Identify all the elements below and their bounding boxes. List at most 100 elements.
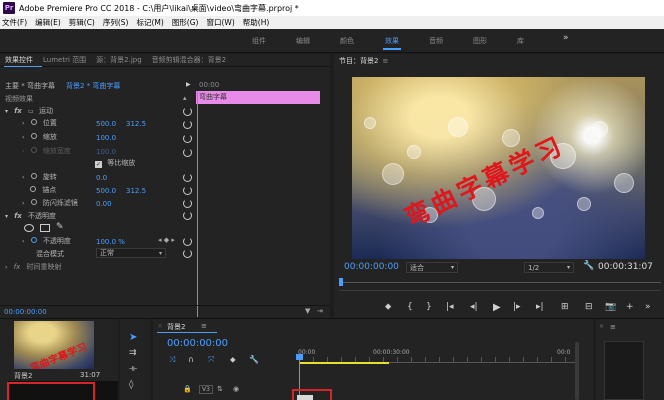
source-clip-label[interactable]: 主要 * 弯曲字幕 xyxy=(5,81,55,92)
program-playhead[interactable] xyxy=(339,278,343,286)
rotation-value[interactable]: 0.0 xyxy=(96,174,107,185)
keyframe-nav-icon[interactable]: ◂ ◆ ▸ xyxy=(158,236,175,244)
reset-icon[interactable] xyxy=(183,199,192,208)
reset-icon[interactable] xyxy=(183,186,192,195)
menu-clip[interactable]: 剪辑(C) xyxy=(69,17,95,28)
tab-lumetri-scopes[interactable]: Lumetri 范围 xyxy=(43,55,86,65)
stopwatch-icon[interactable] xyxy=(30,186,36,192)
play-icon[interactable]: ▶ xyxy=(493,302,501,313)
workspace-graphics[interactable]: 图形 xyxy=(473,36,487,46)
workspace-color[interactable]: 颜色 xyxy=(340,36,354,46)
add-marker-icon[interactable]: ⬥ xyxy=(230,355,236,365)
expand-chevron-icon[interactable]: ▾ xyxy=(5,213,8,220)
expand-chevron-icon[interactable]: › xyxy=(22,120,24,127)
expand-chevron-icon[interactable]: › xyxy=(5,264,7,271)
time-remap-row[interactable]: › fx 时间重映射 xyxy=(5,262,61,273)
expand-chevron-icon[interactable]: › xyxy=(22,238,24,245)
wrench-icon[interactable]: 🔧 xyxy=(249,355,259,364)
export-frame-icon[interactable]: 📷 xyxy=(605,302,616,312)
reset-icon[interactable] xyxy=(183,249,192,258)
menu-marker[interactable]: 标记(M) xyxy=(136,17,163,28)
blend-mode-select[interactable]: 正常 ▾ xyxy=(96,248,166,258)
extract-icon[interactable]: ⊟ xyxy=(585,302,593,312)
lift-icon[interactable]: ⊞ xyxy=(561,302,569,312)
linked-selection-icon[interactable]: ⤧ xyxy=(208,355,214,365)
opacity-row[interactable]: ▾ fx 不透明度 xyxy=(5,211,56,222)
track-select-tool-icon[interactable]: ⇉ xyxy=(129,348,137,358)
program-menu-icon[interactable]: ≡ xyxy=(382,57,388,65)
rectangle-mask-icon[interactable] xyxy=(40,224,50,232)
flicker-value[interactable]: 0.00 xyxy=(96,200,112,211)
snap-icon[interactable]: ∩ xyxy=(188,355,194,364)
export-icon[interactable]: ⇥ xyxy=(317,307,323,315)
reset-icon[interactable] xyxy=(183,237,192,246)
scale-value[interactable]: 100.0 xyxy=(96,134,116,145)
filter-icon[interactable]: ▼ xyxy=(305,307,310,315)
expand-chevron-icon[interactable]: › xyxy=(22,174,24,181)
project-thumbnail[interactable]: 弯曲字幕学习 xyxy=(14,321,94,369)
track-sync-icon[interactable]: ⇅ xyxy=(217,385,223,393)
tab-program[interactable]: 节目：背景2 xyxy=(339,56,378,66)
timeline-playhead-handle[interactable] xyxy=(296,354,303,360)
eye-icon[interactable]: ◉ xyxy=(233,385,239,393)
reset-icon[interactable] xyxy=(183,107,192,116)
play-clip-icon[interactable]: ▶ xyxy=(186,81,191,88)
menu-window[interactable]: 窗口(W) xyxy=(206,17,234,28)
track-v3-label[interactable]: V3 xyxy=(199,385,213,394)
expand-chevron-icon[interactable]: › xyxy=(22,134,24,141)
reset-icon[interactable] xyxy=(183,173,192,182)
expand-chevron-icon[interactable]: ▾ xyxy=(5,108,8,115)
workspace-assembly[interactable]: 组件 xyxy=(252,36,266,46)
nest-icon[interactable]: ⤨ xyxy=(169,355,175,365)
step-back-icon[interactable]: ◂| xyxy=(470,302,478,312)
program-scrubber-track[interactable] xyxy=(339,282,661,283)
fx-icon[interactable]: fx xyxy=(14,107,22,115)
expand-chevron-icon[interactable]: › xyxy=(22,200,24,207)
mark-out-icon[interactable]: } xyxy=(426,302,432,312)
fit-select[interactable]: 适合 ▾ xyxy=(406,262,458,273)
more-icon[interactable]: » xyxy=(645,302,651,312)
stopwatch-icon[interactable] xyxy=(30,237,37,243)
program-timecode[interactable]: 00:00:00:00 xyxy=(344,262,399,272)
motion-row[interactable]: ▾ fx ▭ 运动 xyxy=(5,106,53,117)
workspace-effects[interactable]: 效果 xyxy=(383,36,401,50)
tab-audio-mixer[interactable]: 音频剪辑混合器：背景2 xyxy=(152,55,226,65)
ellipse-mask-icon[interactable] xyxy=(24,224,34,232)
reset-icon[interactable] xyxy=(183,211,192,220)
fx-icon[interactable]: fx xyxy=(14,263,21,271)
sequence-clip-label[interactable]: 背景2 * 弯曲字幕 xyxy=(66,81,120,92)
timeline-tab[interactable]: 背景2 xyxy=(167,322,185,332)
add-marker-icon[interactable]: ⬥ xyxy=(385,302,391,312)
go-to-out-icon[interactable]: ▸| xyxy=(536,302,544,312)
reset-icon[interactable] xyxy=(183,148,192,157)
selection-tool-icon[interactable]: ➤ xyxy=(129,332,137,343)
uniform-scale-row[interactable]: ✓ 等比缩放 xyxy=(95,158,135,169)
close-tab-icon[interactable]: × xyxy=(599,323,604,330)
workspace-audio[interactable]: 音频 xyxy=(429,36,443,46)
anchor-y-value[interactable]: 312.5 xyxy=(126,187,146,198)
fx-icon[interactable]: fx xyxy=(14,212,22,220)
stopwatch-icon[interactable] xyxy=(30,119,37,125)
menu-help[interactable]: 帮助(H) xyxy=(243,17,270,28)
razor-tool-icon[interactable]: ◊ xyxy=(129,380,133,390)
quality-select[interactable]: 1/2 ▾ xyxy=(524,262,574,273)
timeline-timecode[interactable]: 00:00:00:00 xyxy=(167,338,228,349)
menu-sequence[interactable]: 序列(S) xyxy=(103,17,129,28)
step-forward-icon[interactable]: |▸ xyxy=(513,302,521,312)
workspace-more-icon[interactable]: » xyxy=(563,33,569,43)
menu-edit[interactable]: 编辑(E) xyxy=(35,17,61,28)
timeline-menu-icon[interactable]: ≡ xyxy=(201,322,207,330)
menu-graphics[interactable]: 图形(G) xyxy=(172,17,199,28)
go-to-in-icon[interactable]: |◂ xyxy=(446,302,454,312)
close-tab-icon[interactable]: × xyxy=(157,322,163,330)
pen-mask-icon[interactable]: ✎ xyxy=(56,222,64,232)
menu-file[interactable]: 文件(F) xyxy=(2,17,27,28)
add-button-icon[interactable]: + xyxy=(626,302,634,312)
track-lock-icon[interactable]: 🔒 xyxy=(183,385,192,393)
workspace-libraries[interactable]: 库 xyxy=(517,36,524,46)
timeline-vertical-scrollbar[interactable] xyxy=(575,342,579,400)
position-y-value[interactable]: 312.5 xyxy=(126,120,146,131)
tab-effect-controls[interactable]: 效果控件 xyxy=(5,55,33,65)
mark-in-icon[interactable]: { xyxy=(407,302,413,312)
ec-current-timecode[interactable]: 00:00:00:00 xyxy=(4,308,47,316)
